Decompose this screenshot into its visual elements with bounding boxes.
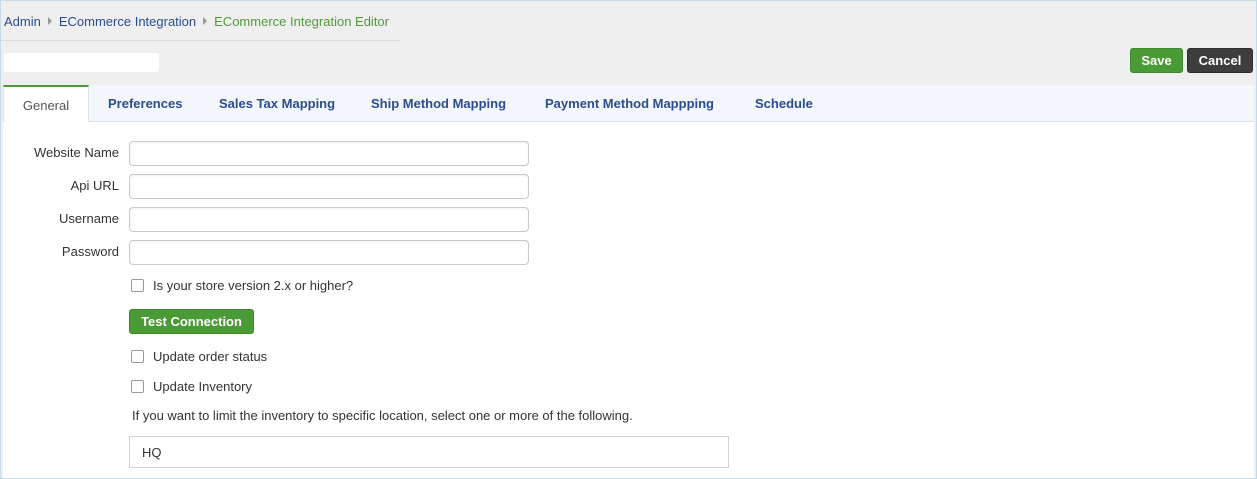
website-name-label: Website Name — [33, 145, 119, 160]
breadcrumb: Admin ECommerce Integration ECommerce In… — [4, 12, 389, 30]
update-inventory-row: Update Inventory — [131, 379, 252, 394]
breadcrumb-ecommerce-integration-link[interactable]: ECommerce Integration — [59, 14, 196, 29]
tab-preferences[interactable]: Preferences — [108, 85, 182, 122]
password-input[interactable] — [129, 240, 529, 265]
store-version-label: Is your store version 2.x or higher? — [153, 278, 354, 293]
website-name-input[interactable] — [129, 141, 529, 166]
update-inventory-label: Update Inventory — [153, 379, 253, 394]
record-title-field[interactable] — [4, 53, 159, 72]
chevron-right-icon — [47, 17, 52, 25]
breadcrumb-admin-link[interactable]: Admin — [4, 14, 41, 29]
tab-sales-tax-mapping[interactable]: Sales Tax Mapping — [219, 85, 335, 122]
location-option-hq[interactable]: HQ — [142, 445, 162, 460]
update-order-status-row: Update order status — [131, 349, 267, 364]
store-version-row: Is your store version 2.x or higher? — [131, 278, 353, 293]
username-label: Username — [59, 211, 119, 226]
tab-ship-method-mapping[interactable]: Ship Method Mapping — [371, 85, 506, 122]
tab-payment-method-mapping[interactable]: Payment Method Mappping — [545, 85, 714, 122]
inventory-location-hint: If you want to limit the inventory to sp… — [132, 408, 633, 423]
tab-schedule[interactable]: Schedule — [755, 85, 813, 122]
breadcrumb-current: ECommerce Integration Editor — [214, 13, 389, 29]
breadcrumb-divider — [1, 40, 401, 41]
password-label: Password — [61, 244, 119, 259]
username-input[interactable] — [129, 207, 529, 232]
save-button[interactable]: Save — [1130, 48, 1183, 73]
update-inventory-checkbox[interactable] — [131, 380, 144, 393]
test-connection-button[interactable]: Test Connection — [129, 309, 254, 334]
cancel-button[interactable]: Cancel — [1187, 48, 1253, 73]
store-version-checkbox[interactable] — [131, 279, 144, 292]
inventory-location-select[interactable]: HQ — [129, 436, 729, 468]
tab-general[interactable]: General — [3, 85, 89, 123]
api-url-label: Api URL — [70, 178, 119, 193]
api-url-input[interactable] — [129, 174, 529, 199]
chevron-right-icon — [203, 17, 208, 25]
update-order-status-label: Update order status — [153, 349, 268, 364]
tab-bar: General Preferences Sales Tax Mapping Sh… — [3, 85, 1254, 123]
update-order-status-checkbox[interactable] — [131, 350, 144, 363]
